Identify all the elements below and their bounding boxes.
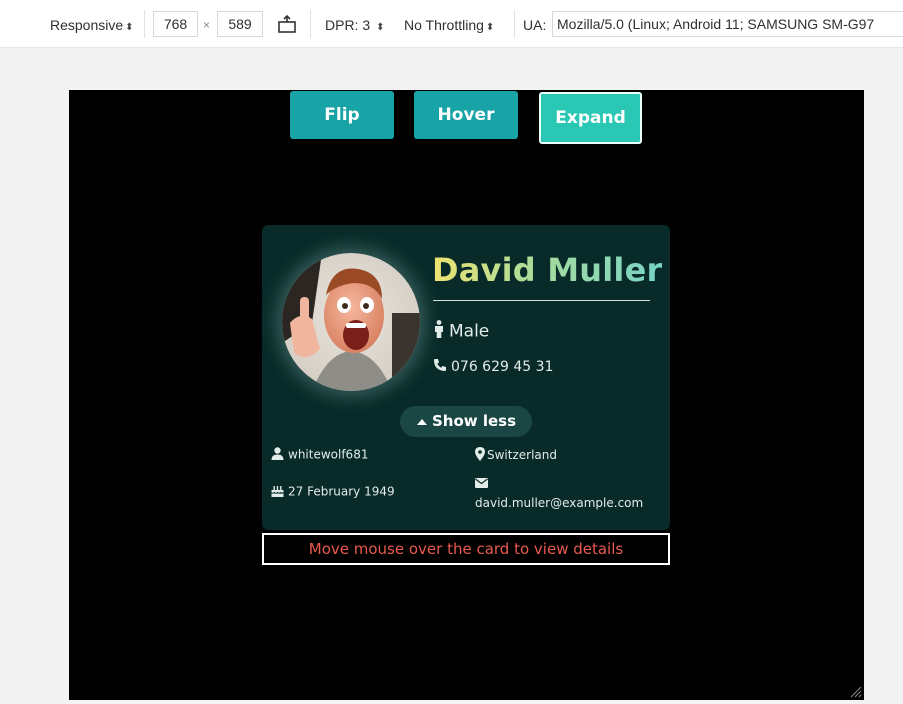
profile-email-text: david.muller@example.com [475, 496, 644, 510]
device-select[interactable]: Responsive ⬍ [50, 14, 134, 36]
resize-grip-icon[interactable] [848, 684, 862, 698]
map-marker-icon [475, 447, 485, 464]
dpr-select[interactable]: DPR: 3 ⬍ [325, 14, 385, 36]
throttling-select[interactable]: No Throttling ⬍ [404, 14, 494, 36]
avatar [282, 253, 420, 391]
devtools-device-toolbar: Responsive ⬍ 768 × 589 DPR: 3 ⬍ No Throttl… [0, 0, 903, 48]
user-icon [271, 447, 284, 463]
hover-button[interactable]: Hover [414, 91, 518, 139]
profile-birthday-text: 27 February 1949 [288, 484, 395, 499]
profile-name: David Muller [432, 251, 663, 289]
profile-birthday: 27 February 1949 [271, 484, 395, 500]
profile-phone-text: 076 629 45 31 [451, 359, 554, 375]
show-less-label: Show less [431, 412, 517, 430]
profile-gender: Male [433, 320, 489, 343]
viewport-height-input[interactable]: 589 [217, 11, 263, 37]
profile-email: david.muller@example.com [475, 477, 643, 510]
profile-username: whitewolf681 [271, 447, 368, 463]
flip-button[interactable]: Flip [290, 91, 394, 139]
ua-label: UA: [523, 17, 547, 33]
show-less-button[interactable]: Show less [400, 406, 532, 437]
dpr-select-label: DPR: 3 [325, 17, 371, 33]
profile-phone: 076 629 45 31 [433, 358, 553, 376]
chevron-updown-icon: ⬍ [376, 22, 385, 33]
profile-username-text: whitewolf681 [288, 447, 369, 462]
profile-location: Switzerland [475, 447, 557, 464]
user-agent-input[interactable]: Mozilla/5.0 (Linux; Android 11; SAMSUNG … [552, 11, 903, 37]
dimension-times-sign: × [203, 18, 211, 32]
expand-button[interactable]: Expand [539, 92, 642, 144]
male-icon [433, 320, 445, 343]
phone-icon [433, 358, 447, 376]
birthday-cake-icon [271, 484, 284, 500]
toolbar-divider [514, 10, 515, 38]
rotate-icon[interactable] [276, 13, 298, 35]
profile-card[interactable]: David Muller Male 076 629 45 31 Show les… [262, 225, 670, 530]
device-select-label: Responsive [50, 17, 124, 33]
hover-hint-text: Move mouse over the card to view details [262, 533, 670, 565]
viewport-width-input[interactable]: 768 [153, 11, 198, 37]
profile-location-text: Switzerland [487, 448, 557, 462]
throttling-select-label: No Throttling [404, 17, 484, 33]
chevron-updown-icon: ⬍ [125, 22, 134, 33]
toolbar-divider [310, 10, 311, 38]
chevron-updown-icon: ⬍ [485, 22, 495, 33]
envelope-icon [475, 477, 643, 495]
emulated-viewport: Flip Hover Expand David Muller Male 076 … [69, 90, 864, 700]
name-divider [433, 300, 650, 301]
toolbar-divider [144, 10, 145, 38]
profile-gender-text: Male [449, 321, 490, 342]
caret-up-icon [416, 406, 428, 437]
